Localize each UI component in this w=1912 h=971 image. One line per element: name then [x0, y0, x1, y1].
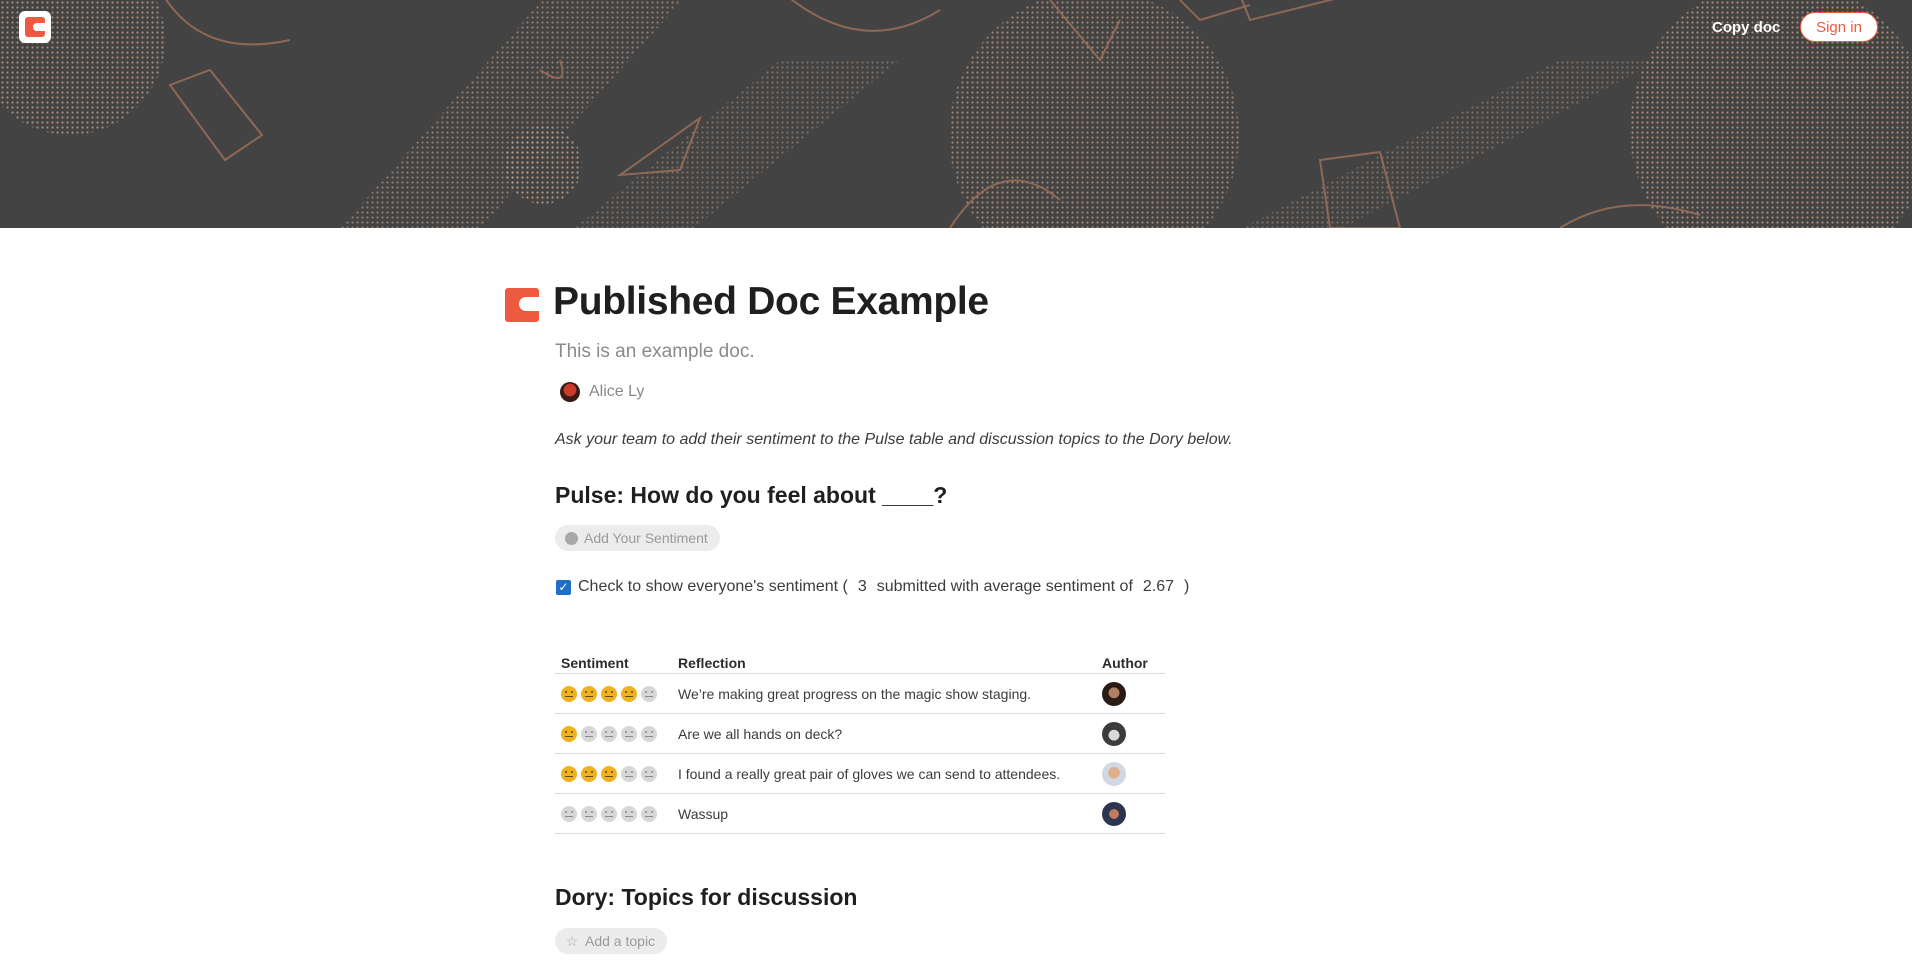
smiley-face-icon [641, 685, 657, 702]
smiley-face-icon [601, 765, 617, 782]
pulse-table-body: We’re making great progress on the magic… [555, 673, 1165, 834]
author-avatar[interactable] [1102, 801, 1126, 826]
table-row[interactable]: I found a really great pair of gloves we… [555, 753, 1165, 794]
smiley-face-icon [561, 805, 577, 822]
smiley-face-icon [581, 805, 597, 822]
intro-text: Ask your team to add their sentiment to … [555, 431, 1233, 448]
pulse-heading: Pulse: How do you feel about ____? [555, 482, 948, 508]
author-cell [1096, 753, 1165, 794]
author-avatar[interactable] [1102, 681, 1126, 706]
add-sentiment-label: Add Your Sentiment [584, 530, 708, 546]
table-row[interactable]: We’re making great progress on the magic… [555, 673, 1165, 714]
app-logo[interactable] [19, 11, 51, 43]
sentiment-cell [555, 753, 672, 794]
author-row[interactable]: Alice Ly [560, 382, 644, 402]
add-topic-button[interactable]: ☆ Add a topic [555, 928, 668, 954]
smiley-face-icon [601, 685, 617, 702]
author-avatar[interactable] [1102, 721, 1126, 746]
table-header-row: Sentiment Reflection Author [555, 647, 1165, 674]
show-sentiment-checkbox[interactable]: ✓ [556, 579, 571, 595]
page-title: Published Doc Example [553, 280, 989, 323]
page-subtitle: This is an example doc. [555, 341, 755, 362]
author-name: Alice Ly [589, 383, 645, 400]
author-avatar [560, 382, 580, 402]
smiley-face-icon [621, 685, 637, 702]
logo-mark-icon [25, 17, 45, 37]
smiley-face-icon [621, 725, 637, 742]
show-sentiment-row: ✓ Check to show everyone's sentiment ( 3… [556, 578, 1189, 596]
header-banner: Copy doc Sign in [0, 0, 1912, 228]
sentiment-rating [561, 765, 672, 782]
smiley-face-icon [641, 725, 657, 742]
sentiment-rating [561, 805, 672, 822]
pulse-table: Sentiment Reflection Author We’re making… [555, 647, 1165, 834]
sign-in-button[interactable]: Sign in [1800, 12, 1878, 42]
sentiment-rating [561, 725, 672, 742]
banner-pattern [0, 0, 1912, 228]
sentiment-cell [555, 713, 672, 754]
column-header-author[interactable]: Author [1096, 647, 1165, 674]
reflection-cell: I found a really great pair of gloves we… [672, 753, 1096, 794]
table-row[interactable]: Wassup [555, 793, 1165, 834]
smiley-face-icon [561, 685, 577, 702]
author-cell [1096, 713, 1165, 754]
sentiment-cell [555, 673, 672, 714]
smiley-face-icon [601, 725, 617, 742]
copy-doc-button[interactable]: Copy doc [1712, 17, 1780, 37]
smiley-face-icon [561, 765, 577, 782]
smiley-face-icon [641, 765, 657, 782]
smiley-face-icon [581, 765, 597, 782]
author-cell [1096, 793, 1165, 834]
show-sentiment-label: Check to show everyone's sentiment ( [578, 578, 848, 595]
reflection-cell: Wassup [672, 793, 1096, 834]
smiley-face-icon [621, 805, 637, 822]
average-sentiment: 2.67 [1142, 578, 1175, 595]
author-avatar[interactable] [1102, 761, 1126, 786]
doc-icon [505, 288, 539, 322]
dory-heading: Dory: Topics for discussion [555, 884, 858, 910]
smiley-face-icon [601, 805, 617, 822]
star-icon: ☆ [565, 933, 579, 949]
reflection-cell: Are we all hands on deck? [672, 713, 1096, 754]
submitted-text: submitted with average sentiment of [876, 578, 1133, 595]
smiley-icon [565, 531, 578, 545]
sentiment-cell [555, 793, 672, 834]
table-row[interactable]: Are we all hands on deck? [555, 713, 1165, 754]
column-header-sentiment[interactable]: Sentiment [555, 647, 672, 674]
smiley-face-icon [641, 805, 657, 822]
submitted-count: 3 [857, 578, 867, 595]
smiley-face-icon [621, 765, 637, 782]
smiley-face-icon [561, 725, 577, 742]
smiley-face-icon [581, 685, 597, 702]
add-sentiment-button[interactable]: Add Your Sentiment [555, 525, 720, 551]
close-paren: ) [1184, 578, 1190, 595]
reflection-cell: We’re making great progress on the magic… [672, 673, 1096, 714]
add-topic-label: Add a topic [585, 933, 656, 949]
author-cell [1096, 673, 1165, 714]
sentiment-rating [561, 685, 672, 702]
column-header-reflection[interactable]: Reflection [672, 647, 1096, 674]
smiley-face-icon [581, 725, 597, 742]
